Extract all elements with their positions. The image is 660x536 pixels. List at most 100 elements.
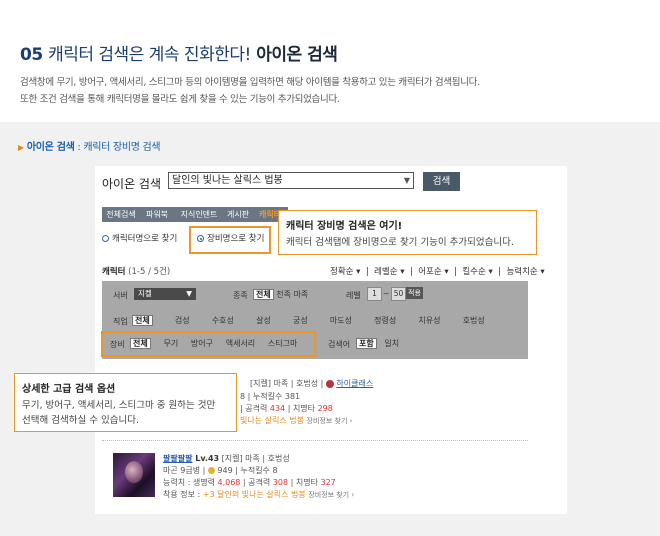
- equip-search-tooltip: 캐릭터 장비명 검색은 여기! 캐릭터 검색탭에 장비명으로 찾기 기능이 추가…: [278, 210, 537, 255]
- result-1-line-3: | 공격력 434 | 치명타 298: [240, 403, 333, 414]
- result-2-line-3: 능력치 : 생명력 4,068 | 공격력 308 | 치명타 327: [163, 477, 336, 488]
- server-label: 서버: [113, 291, 128, 300]
- radio-button-selected[interactable]: [197, 235, 204, 242]
- sort-abyss[interactable]: 어포순: [418, 267, 441, 277]
- sort-kills[interactable]: 킬수순: [462, 267, 485, 277]
- search-input[interactable]: 달인의 빛나는 살릭스 법봉 ▼: [168, 172, 414, 189]
- result-1-line-4: 빛나는 살릭스 법봉 장비정보 찾기 ›: [240, 415, 352, 426]
- result-1-crit-label: | 치명타: [285, 404, 318, 413]
- level-range-dash: ~: [383, 289, 390, 298]
- search-label: 아이온 검색: [102, 177, 162, 191]
- radio-by-name-label: 캐릭터명으로 찾기: [112, 234, 178, 244]
- level-from-input[interactable]: 1: [367, 287, 382, 301]
- server-select[interactable]: 지켈 ▼: [134, 288, 196, 300]
- equip-weapon[interactable]: 무기: [163, 339, 178, 348]
- equip-options: 전체 무기 방어구 액세서리 스티그마: [130, 338, 297, 349]
- equip-accessory[interactable]: 액세서리: [226, 339, 255, 348]
- sort-accuracy[interactable]: 정확순: [330, 267, 353, 277]
- job-sorcerer[interactable]: 마도성: [330, 316, 352, 325]
- result-2-level: Lv.43: [192, 454, 220, 463]
- section-heading: ▶ 아이온 검색 : 캐릭터 장비명 검색: [18, 138, 161, 153]
- equip-stigma[interactable]: 스티그마: [268, 339, 297, 348]
- result-1-line-1: [지켈] 마족 | 호법성 | 하이클래스: [250, 378, 373, 389]
- chevron-down-icon[interactable]: ▼: [404, 173, 410, 188]
- result-2-kills: 누적킬수 8: [240, 466, 278, 475]
- radio-button[interactable]: [102, 235, 109, 242]
- job-templar[interactable]: 수호성: [212, 316, 234, 325]
- level-to-input[interactable]: 50: [391, 287, 406, 301]
- level-apply-button[interactable]: 적용: [406, 287, 423, 299]
- race-elyos[interactable]: 천족: [276, 290, 291, 299]
- result-2-server: [지켈]: [221, 454, 243, 463]
- radio-by-name[interactable]: 캐릭터명으로 찾기: [102, 234, 177, 244]
- job-assassin[interactable]: 살성: [256, 316, 271, 325]
- result-1-legion-link[interactable]: 하이클래스: [336, 379, 373, 388]
- tooltip-body: 캐릭터 검색탭에 장비명으로 찾기 기능이 추가되었습니다.: [286, 237, 514, 248]
- sort-stats[interactable]: 능력치순: [506, 267, 537, 277]
- chevron-down-icon: ▼: [186, 289, 192, 298]
- tooltip-title: 캐릭터 장비명 검색은 여기!: [286, 221, 403, 232]
- search-in-contains[interactable]: 포함: [356, 338, 377, 349]
- title-text: 캐릭터 검색은 계속 진화한다!: [48, 45, 251, 65]
- result-2-equip-item[interactable]: +3 달인의 빛나는 살릭스 법봉: [203, 490, 306, 499]
- result-2-rank: 마곤 9급병: [163, 466, 201, 475]
- sort-level[interactable]: 레벨순: [374, 267, 397, 277]
- sort-bar: 정확순 ▾ | 레벨순 ▾ | 어포순 ▾ | 킬수순 ▾ | 능력치순 ▾: [330, 267, 545, 277]
- tab-powerbook[interactable]: 파워북: [140, 207, 174, 222]
- job-all[interactable]: 전체: [132, 315, 153, 326]
- result-2-hp: 4,068: [217, 478, 241, 487]
- race-asmodian[interactable]: 마족: [294, 290, 309, 299]
- tab-knowledge[interactable]: 지식인덴트: [176, 207, 222, 222]
- race-label: 종족: [233, 291, 248, 300]
- result-1-crit: 298: [317, 404, 333, 413]
- abyss-point-icon: [207, 467, 215, 474]
- result-2-race-job: 마족 | 호법성: [242, 454, 290, 463]
- description-line-1: 검색창에 무기, 방어구, 액세서리, 스티그마 등의 아이템명을 입력하면 해…: [20, 77, 480, 88]
- result-2-attack: 308: [272, 478, 289, 487]
- search-in-options: 포함 일치: [356, 338, 399, 349]
- job-gladiator[interactable]: 검성: [175, 316, 190, 325]
- description-line-2: 또한 조건 검색을 통해 캐릭터명을 몰라도 쉽게 찾을 수 있는 기능이 추가…: [20, 94, 340, 105]
- search-mode-radios: 캐릭터명으로 찾기: [102, 232, 177, 244]
- advanced-options-tooltip: 상세한 고급 검색 옵션 무기, 방어구, 액세서리, 스티그마 중 원하는 것…: [14, 373, 237, 432]
- result-1-more-link[interactable]: 장비정보 찾기 ›: [307, 417, 353, 425]
- equip-label: 장비: [110, 340, 125, 349]
- result-1-item[interactable]: 빛나는 살릭스 법봉: [240, 416, 304, 425]
- results-header: 캐릭터 (1-5 / 5건): [102, 265, 170, 277]
- result-2-line-2: 마곤 9급병 | 949 | 누적킬수 8: [163, 466, 278, 475]
- radio-by-equip[interactable]: 장비명으로 찾기: [197, 232, 264, 244]
- job-ranger[interactable]: 궁성: [293, 316, 308, 325]
- results-title: 캐릭터: [102, 267, 126, 277]
- equip-armor[interactable]: 방어구: [191, 339, 213, 348]
- job-chanter[interactable]: 호법성: [463, 316, 485, 325]
- job-options: 전체 검성 수호성 살성 궁성 마도성 정령성 치유성 호법성: [132, 315, 485, 326]
- result-2-more-link[interactable]: 장비정보 찾기 ›: [308, 491, 354, 499]
- equip-all[interactable]: 전체: [130, 338, 151, 349]
- search-in-label: 검색어: [328, 340, 351, 349]
- character-avatar[interactable]: [113, 453, 155, 497]
- level-label: 레벨: [346, 291, 361, 300]
- result-1-attack-label: | 공격력: [240, 404, 270, 413]
- job-cleric[interactable]: 치유성: [418, 316, 440, 325]
- result-2-line-1: 팔팔팔팔 Lv.43 [지켈] 마족 | 호법성: [163, 453, 290, 464]
- server-select-value: 지켈: [138, 289, 152, 298]
- result-1-line-2: 8 | 누적킬수 381: [240, 392, 301, 401]
- result-2-name-link[interactable]: 팔팔팔팔: [163, 454, 192, 463]
- result-1-info: [지켈] 마족 | 호법성 |: [250, 379, 326, 388]
- result-2-ap: 949: [217, 466, 233, 475]
- tab-all[interactable]: 전체검색: [104, 207, 138, 222]
- result-1-attack: 434: [269, 404, 286, 413]
- results-count: (1-5 / 5건): [128, 267, 171, 277]
- result-2-equip-label: 착용 정보 :: [163, 490, 203, 499]
- race-all[interactable]: 전체: [253, 289, 274, 300]
- search-input-value: 달인의 빛나는 살릭스 법봉: [172, 175, 283, 186]
- legion-icon: [325, 379, 334, 388]
- tooltip-title: 상세한 고급 검색 옵션: [22, 384, 116, 395]
- title-emphasis: 아이온 검색: [256, 45, 338, 65]
- search-button[interactable]: 검색: [423, 172, 460, 191]
- job-spiritmaster[interactable]: 정령성: [374, 316, 396, 325]
- search-in-exact[interactable]: 일치: [384, 339, 399, 348]
- tab-board[interactable]: 게시판: [223, 207, 253, 222]
- result-2-line-4: 착용 정보 : +3 달인의 빛나는 살릭스 법봉 장비정보 찾기 ›: [163, 489, 354, 500]
- title-number: 05: [20, 45, 43, 65]
